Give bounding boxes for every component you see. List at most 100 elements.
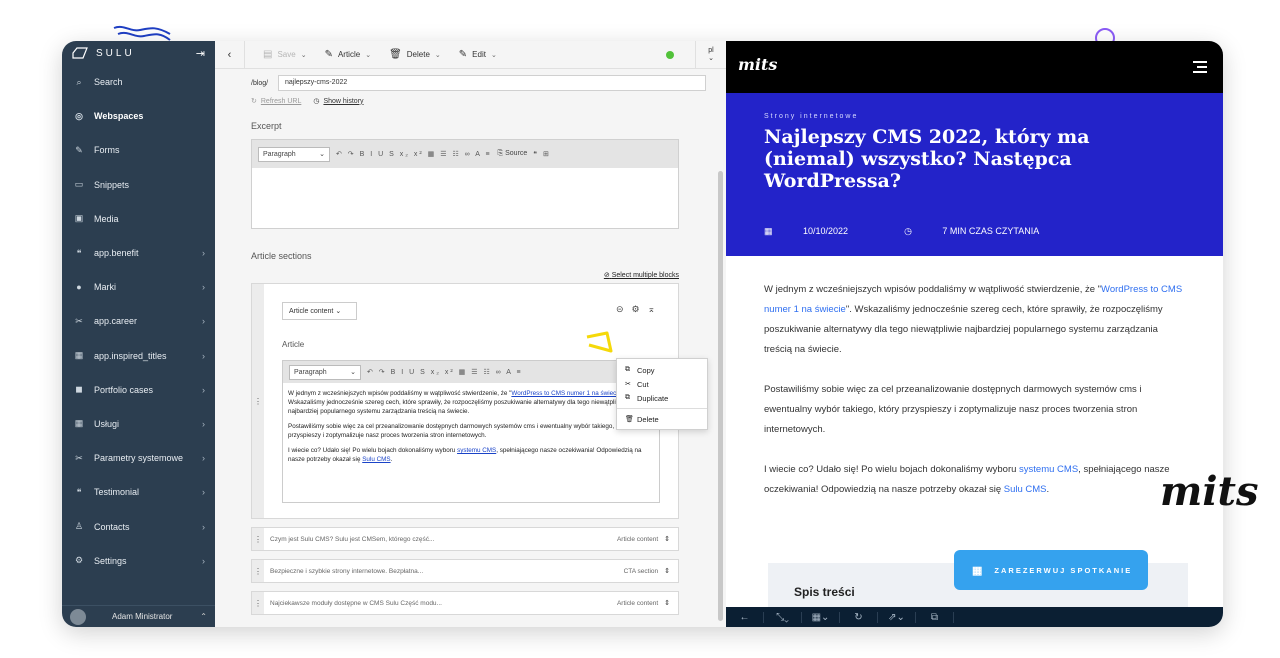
article-category[interactable]: Strony internetowe — [764, 113, 1185, 120]
sidebar-item-marki[interactable]: ● Marki › — [62, 270, 215, 304]
sort-icon[interactable]: ⇕ — [664, 567, 670, 575]
share-icon[interactable]: ⇗⌄ — [878, 611, 916, 623]
external-link-icon[interactable]: ⧉ — [916, 611, 954, 623]
select-multiple-blocks-link[interactable]: ⊘ Select multiple blocks — [251, 271, 679, 279]
sidebar-item-webspaces[interactable]: ◎ Webspaces — [62, 99, 215, 133]
excerpt-editor[interactable]: Paragraph ⌄ ↶ ↷ B I U S x₂ x² ▦ ☰ ☷ ∞ A … — [251, 139, 679, 229]
block-type-select[interactable]: Article content ⌄ — [282, 302, 357, 320]
sidebar-item-testimonial[interactable]: ❝ Testimonial › — [62, 475, 215, 509]
url-input[interactable]: najlepszy-cms-2022 — [278, 75, 706, 91]
sidebar-item-label: Usługi — [94, 418, 120, 429]
sidebar-item-settings[interactable]: ⚙ Settings › — [62, 544, 215, 578]
calendar-icon[interactable]: ▦⌄ — [802, 611, 840, 623]
source-button[interactable]: ⎘ Source — [498, 150, 528, 158]
cms-link[interactable]: systemu CMS — [457, 447, 496, 454]
sidebar-item-label: Settings — [94, 555, 127, 566]
collapse-icon[interactable]: ⌅ — [648, 304, 664, 314]
editor-scrollbar[interactable] — [718, 171, 723, 621]
sidebar-item-search[interactable]: ⌕ Search — [62, 65, 215, 99]
back-arrow-icon[interactable]: ← — [726, 611, 764, 623]
sidebar-item-portfolio-cases[interactable]: ◼ Portfolio cases › — [62, 373, 215, 407]
resize-icon[interactable]: ⤡⌄ — [764, 611, 802, 623]
collapse-sidebar-icon[interactable]: ⇥ — [196, 47, 205, 60]
circle-icon: ● — [76, 282, 82, 293]
text: . — [1046, 484, 1050, 495]
sidebar-item-us-ugi[interactable]: ▦ Usługi › — [62, 407, 215, 441]
article-sections-label: Article sections — [251, 251, 312, 261]
locale-select[interactable]: pl ⌄ — [695, 41, 726, 69]
sidebar-item-contacts[interactable]: ♙ Contacts › — [62, 509, 215, 543]
sidebar-item-parametry-systemowe[interactable]: ✂ Parametry systemowe › — [62, 441, 215, 475]
save-button[interactable]: ▤ Save ⌄ — [263, 49, 307, 60]
section-block-expanded[interactable]: ⋮ Article content ⌄ ⊝⚙⌅ Article Paragrap… — [251, 283, 679, 519]
delete-menu-item[interactable]: 🗑 Delete — [617, 412, 707, 426]
wrench-icon: ✂ — [75, 452, 83, 463]
excerpt-textarea[interactable] — [252, 168, 678, 228]
sidebar-item-label: Parametry systemowe — [94, 453, 184, 464]
scissors-icon: ✂ — [625, 381, 631, 388]
delete-label: Delete — [406, 50, 430, 59]
article-content[interactable]: W jednym z wcześniejszych wpisów poddali… — [283, 383, 659, 476]
copy-label: Copy — [637, 365, 655, 375]
sidebar-item-app-benefit[interactable]: ❝ app.benefit › — [62, 236, 215, 270]
format-tools[interactable]: ↶ ↷ B I U S x₂ x² ▦ ☰ ☷ ∞ A ≡ — [336, 150, 492, 158]
chevron-right-icon: › — [202, 248, 205, 259]
article-type-button[interactable]: ✎ Article ⌄ — [325, 49, 372, 60]
sidebar-item-media[interactable]: ▣ Media — [62, 202, 215, 236]
refresh-icon[interactable]: ↻ — [840, 611, 878, 623]
sort-icon[interactable]: ⇕ — [664, 599, 670, 607]
section-block-collapsed[interactable]: ⋮ Bezpieczne i szybkie strony internetowe… — [251, 559, 679, 583]
section-block-collapsed[interactable]: ⋮ Najciekawsze moduły dostępne w CMS Sulu… — [251, 591, 679, 615]
date-meta: ▦ 10/10/2022 — [764, 226, 876, 237]
sidebar-item-forms[interactable]: ✎ Forms — [62, 133, 215, 167]
url-prefix: /blog/ — [251, 79, 269, 87]
quote-icon: ❝ — [76, 247, 82, 258]
article-editor[interactable]: Paragraph ⌄ ↶ ↷ B I U S x₂ x² ▦ ☰ ☷ ∞ A … — [282, 360, 660, 503]
sidebar-item-app-career[interactable]: ✂ app.career › — [62, 304, 215, 338]
menu-icon[interactable] — [1193, 61, 1207, 76]
user-menu[interactable]: Adam Ministrator ⌃ — [62, 605, 215, 627]
mits-logo[interactable]: mits — [738, 55, 777, 74]
calendar-icon: ▦ — [972, 564, 985, 577]
extra-tools[interactable]: ❝ ⊞ — [533, 150, 551, 158]
chevron-right-icon: › — [202, 453, 205, 464]
book-meeting-button[interactable]: ▦ ZAREZERWUJ SPOTKANIE — [954, 550, 1148, 590]
drag-handle-icon[interactable]: ⋮ — [252, 592, 264, 614]
back-button[interactable]: ‹ — [215, 41, 245, 69]
url-actions: ↻ Refresh URL ◷ Show history — [251, 97, 715, 106]
duplicate-menu-item[interactable]: ⧉ Duplicate — [617, 391, 707, 405]
edit-button[interactable]: ✎ Edit ⌄ — [459, 49, 497, 60]
chevron-right-icon: › — [202, 418, 205, 429]
sidebar-item-label: app.inspired_titles — [94, 350, 167, 361]
more-options-icon[interactable]: ⊝ — [616, 304, 632, 314]
preview-header: mits — [726, 41, 1223, 93]
sulu-cms-link[interactable]: Sulu CMS — [1004, 484, 1047, 495]
section-block-collapsed[interactable]: ⋮ Czym jest Sulu CMS? Sulu jest CMSem, kt… — [251, 527, 679, 551]
cms-link[interactable]: systemu CMS — [1019, 464, 1078, 475]
wordpress-link[interactable]: WordPress to CMS numer 1 na świecie — [511, 390, 621, 397]
delete-button[interactable]: 🗑 Delete ⌄ — [389, 49, 441, 60]
format-tools[interactable]: ↶ ↷ B I U S x₂ x² ▦ ☰ ☷ ∞ A ≡ — [367, 368, 523, 376]
refresh-url-link[interactable]: Refresh URL — [261, 98, 301, 105]
user-name: Adam Ministrator — [112, 612, 173, 621]
sidebar-item-snippets[interactable]: ▭ Snippets — [62, 168, 215, 202]
cut-menu-item[interactable]: ✂ Cut — [617, 377, 707, 391]
drag-handle-icon[interactable]: ⋮ — [252, 528, 264, 550]
paragraph-select[interactable]: Paragraph ⌄ — [258, 146, 330, 162]
article-toolbar: Paragraph ⌄ ↶ ↷ B I U S x₂ x² ▦ ☰ ☷ ∞ A … — [283, 361, 659, 383]
settings-icon[interactable]: ⚙ — [632, 304, 648, 314]
block-context-menu: ⧉ Copy ✂ Cut ⧉ Duplicate 🗑 Delete — [616, 358, 708, 430]
duplicate-icon: ⧉ — [625, 394, 630, 401]
sulu-cms-link[interactable]: Sulu CMS — [362, 456, 390, 463]
paragraph-select[interactable]: Paragraph ⌄ — [289, 364, 361, 380]
sidebar: SULU ⇥ ⌕ Search ◎ Webspaces ✎ Forms ▭ Snippets ▣… — [62, 41, 215, 627]
drag-handle-icon[interactable]: ⋮ — [252, 560, 264, 582]
sort-icon[interactable]: ⇕ — [664, 535, 670, 543]
search-icon: ⌕ — [76, 76, 82, 87]
drag-handle-icon[interactable]: ⋮ — [252, 284, 264, 518]
show-history-link[interactable]: Show history — [323, 98, 363, 105]
block-type-label: Article content — [616, 535, 659, 543]
copy-menu-item[interactable]: ⧉ Copy — [617, 363, 707, 377]
sidebar-item-app-inspired-titles[interactable]: ▦ app.inspired_titles › — [62, 339, 215, 373]
pen-icon: ✎ — [324, 49, 333, 60]
